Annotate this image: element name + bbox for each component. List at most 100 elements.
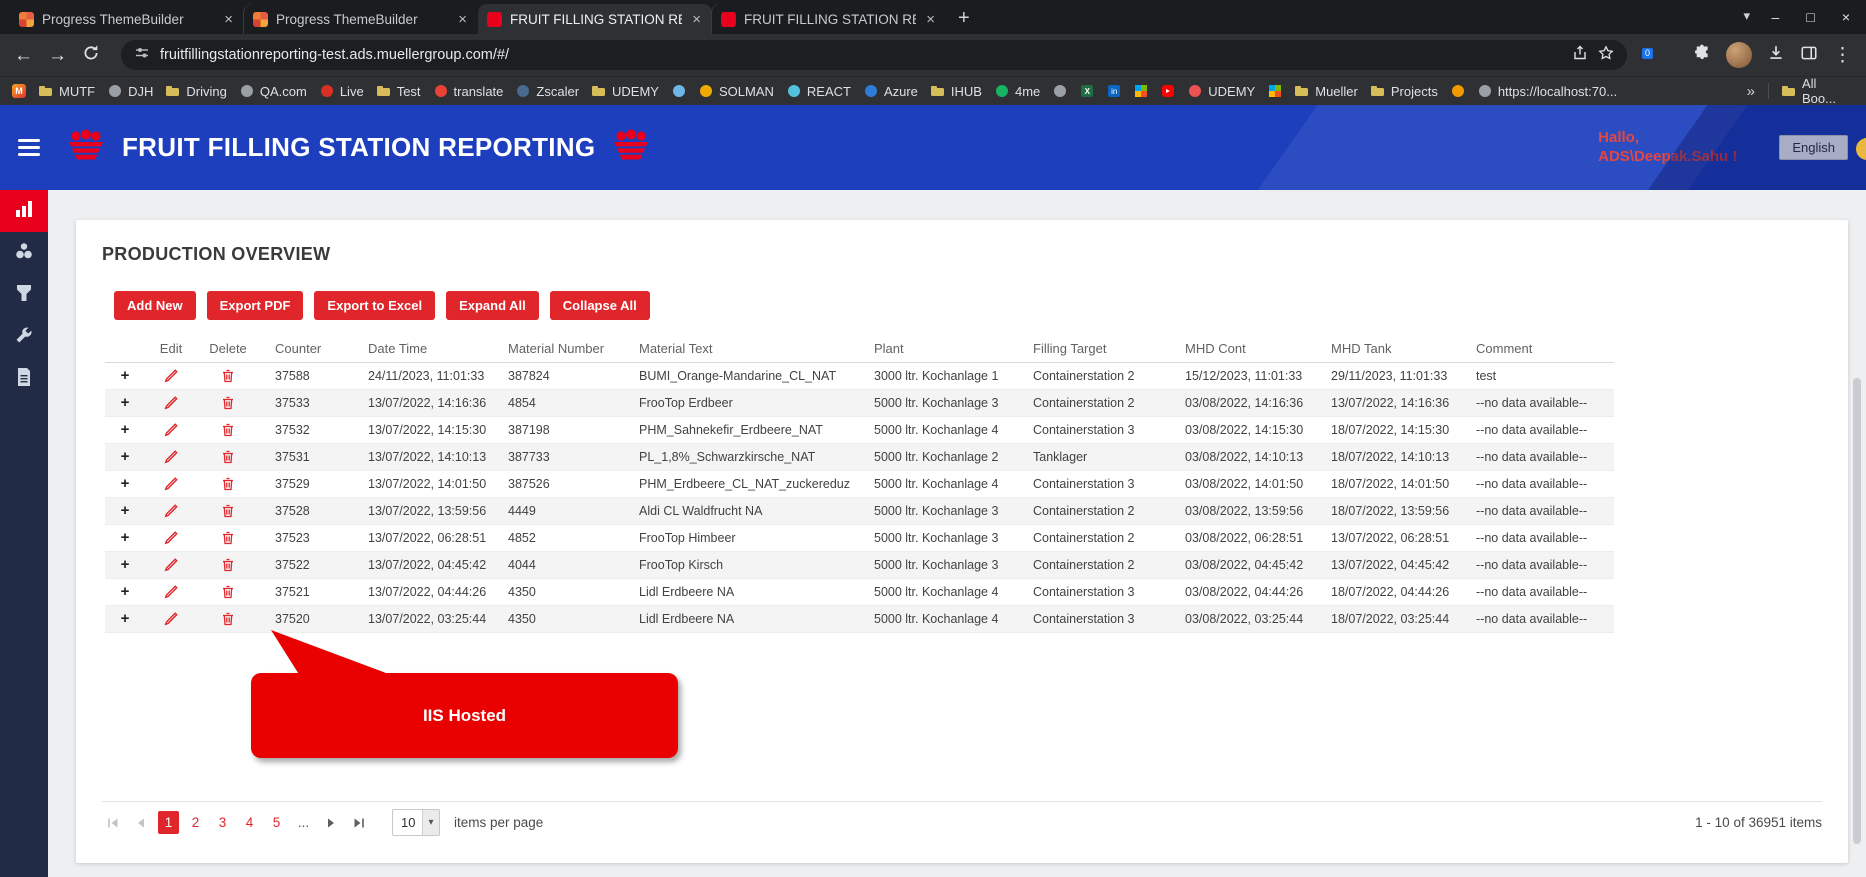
site-info-icon[interactable] xyxy=(134,45,150,66)
bookmark-item[interactable]: Projects xyxy=(1370,84,1438,99)
bookmark-item[interactable]: translate xyxy=(434,84,503,99)
bookmark-item[interactable] xyxy=(1451,84,1465,98)
bookmark-item[interactable]: Mueller xyxy=(1295,84,1358,99)
expand-row-button[interactable]: + xyxy=(121,368,130,383)
sidebar-item-fruit[interactable] xyxy=(0,232,48,274)
edit-icon[interactable] xyxy=(163,422,179,438)
page-size-select[interactable]: 10 ▾ xyxy=(392,809,440,836)
bookmark-item[interactable] xyxy=(1080,84,1094,98)
edit-icon[interactable] xyxy=(163,584,179,600)
bookmark-item[interactable]: SOLMAN xyxy=(699,84,774,99)
column-header[interactable]: Date Time xyxy=(352,336,492,363)
bookmark-item[interactable]: DJH xyxy=(108,84,153,99)
edit-icon[interactable] xyxy=(163,503,179,519)
downloads-icon[interactable] xyxy=(1767,44,1785,67)
page-number-button[interactable]: 5 xyxy=(266,811,287,834)
column-header[interactable]: Delete xyxy=(197,336,259,363)
delete-icon[interactable] xyxy=(220,557,236,573)
bookmark-item[interactable]: MUTF xyxy=(39,84,95,99)
page-number-button[interactable]: ... xyxy=(293,811,314,834)
bookmark-item[interactable]: 4me xyxy=(995,84,1040,99)
tab-close-icon[interactable]: × xyxy=(222,11,235,28)
column-header[interactable]: Edit xyxy=(145,336,197,363)
browser-menu-kebab-icon[interactable]: ⋮ xyxy=(1833,46,1852,65)
sidebar-item-filling-station[interactable] xyxy=(0,274,48,316)
edit-icon[interactable] xyxy=(163,611,179,627)
column-header[interactable]: Filling Target xyxy=(1017,336,1169,363)
column-header[interactable] xyxy=(105,336,145,363)
bookmark-item[interactable]: Zscaler xyxy=(516,84,579,99)
hamburger-menu-icon[interactable] xyxy=(18,139,40,156)
delete-icon[interactable] xyxy=(220,503,236,519)
share-icon[interactable] xyxy=(1572,45,1588,66)
delete-icon[interactable] xyxy=(220,530,236,546)
expand-row-button[interactable]: + xyxy=(121,557,130,572)
forward-button[interactable]: → xyxy=(48,46,67,65)
tab-close-icon[interactable]: × xyxy=(456,11,469,28)
expand-row-button[interactable]: + xyxy=(121,422,130,437)
bookmark-star-icon[interactable] xyxy=(1598,44,1614,66)
browser-tab[interactable]: FRUIT FILLING STATION REPORT × xyxy=(712,4,946,34)
page-number-button[interactable]: 1 xyxy=(158,811,179,834)
expand-row-button[interactable]: + xyxy=(121,449,130,464)
new-tab-button[interactable]: + xyxy=(946,7,982,34)
bookmark-item[interactable]: Driving xyxy=(166,84,227,99)
tab-close-icon[interactable]: × xyxy=(690,11,703,28)
column-header[interactable]: MHD Cont xyxy=(1169,336,1315,363)
bookmark-item[interactable] xyxy=(12,84,26,98)
delete-icon[interactable] xyxy=(220,449,236,465)
browser-tab[interactable]: Progress ThemeBuilder × xyxy=(244,4,478,34)
expand-row-button[interactable]: + xyxy=(121,395,130,410)
edit-icon[interactable] xyxy=(163,476,179,492)
extensions-puzzle-icon[interactable] xyxy=(1693,44,1711,67)
bookmark-item[interactable] xyxy=(1268,84,1282,98)
bookmark-item[interactable]: Live xyxy=(320,84,364,99)
first-page-button[interactable] xyxy=(102,812,124,834)
all-bookmarks-button[interactable]: All Boo... xyxy=(1782,76,1854,106)
add-new-button[interactable]: Add New xyxy=(114,291,196,320)
edit-icon[interactable] xyxy=(163,449,179,465)
export-pdf-button[interactable]: Export PDF xyxy=(206,291,304,320)
prev-page-button[interactable] xyxy=(130,812,152,834)
vertical-scrollbar[interactable] xyxy=(1853,378,1861,844)
bookmark-item[interactable] xyxy=(1134,84,1148,98)
expand-row-button[interactable]: + xyxy=(121,530,130,545)
browser-tab[interactable]: FRUIT FILLING STATION REPORT × xyxy=(478,4,712,34)
delete-icon[interactable] xyxy=(220,395,236,411)
column-header[interactable]: Comment xyxy=(1460,336,1614,363)
tab-close-icon[interactable]: × xyxy=(924,11,937,28)
expand-all-button[interactable]: Expand All xyxy=(446,291,539,320)
expand-row-button[interactable]: + xyxy=(121,611,130,626)
collapse-all-button[interactable]: Collapse All xyxy=(549,291,650,320)
bookmark-item[interactable]: Test xyxy=(376,84,421,99)
tab-search-chevron-icon[interactable]: ▾ xyxy=(1743,8,1750,24)
delete-icon[interactable] xyxy=(220,422,236,438)
column-header[interactable]: Counter xyxy=(259,336,352,363)
edit-icon[interactable] xyxy=(163,530,179,546)
side-panel-icon[interactable] xyxy=(1800,44,1818,67)
delete-icon[interactable] xyxy=(220,368,236,384)
bookmark-item[interactable]: UDEMY xyxy=(592,84,659,99)
profile-avatar[interactable] xyxy=(1726,42,1752,68)
export-excel-button[interactable]: Export to Excel xyxy=(314,291,436,320)
delete-icon[interactable] xyxy=(220,476,236,492)
column-header[interactable]: MHD Tank xyxy=(1315,336,1460,363)
maximize-button[interactable]: □ xyxy=(1806,9,1814,25)
back-button[interactable]: ← xyxy=(14,46,33,65)
page-number-button[interactable]: 2 xyxy=(185,811,206,834)
url-text[interactable]: fruitfillingstationreporting-test.ads.mu… xyxy=(160,47,509,63)
column-header[interactable]: Plant xyxy=(858,336,1017,363)
expand-row-button[interactable]: + xyxy=(121,476,130,491)
sidebar-item-settings[interactable] xyxy=(0,316,48,358)
next-page-button[interactable] xyxy=(320,812,342,834)
edit-icon[interactable] xyxy=(163,368,179,384)
sidebar-item-reports[interactable] xyxy=(0,358,48,400)
edit-icon[interactable] xyxy=(163,557,179,573)
sidebar-item-production-overview[interactable] xyxy=(0,190,48,232)
expand-row-button[interactable]: + xyxy=(121,584,130,599)
bookmark-item[interactable]: Azure xyxy=(864,84,918,99)
bookmark-item[interactable]: QA.com xyxy=(240,84,307,99)
bookmark-item[interactable]: UDEMY xyxy=(1188,84,1255,99)
column-header[interactable]: Material Text xyxy=(623,336,858,363)
bookmark-item[interactable] xyxy=(672,84,686,98)
